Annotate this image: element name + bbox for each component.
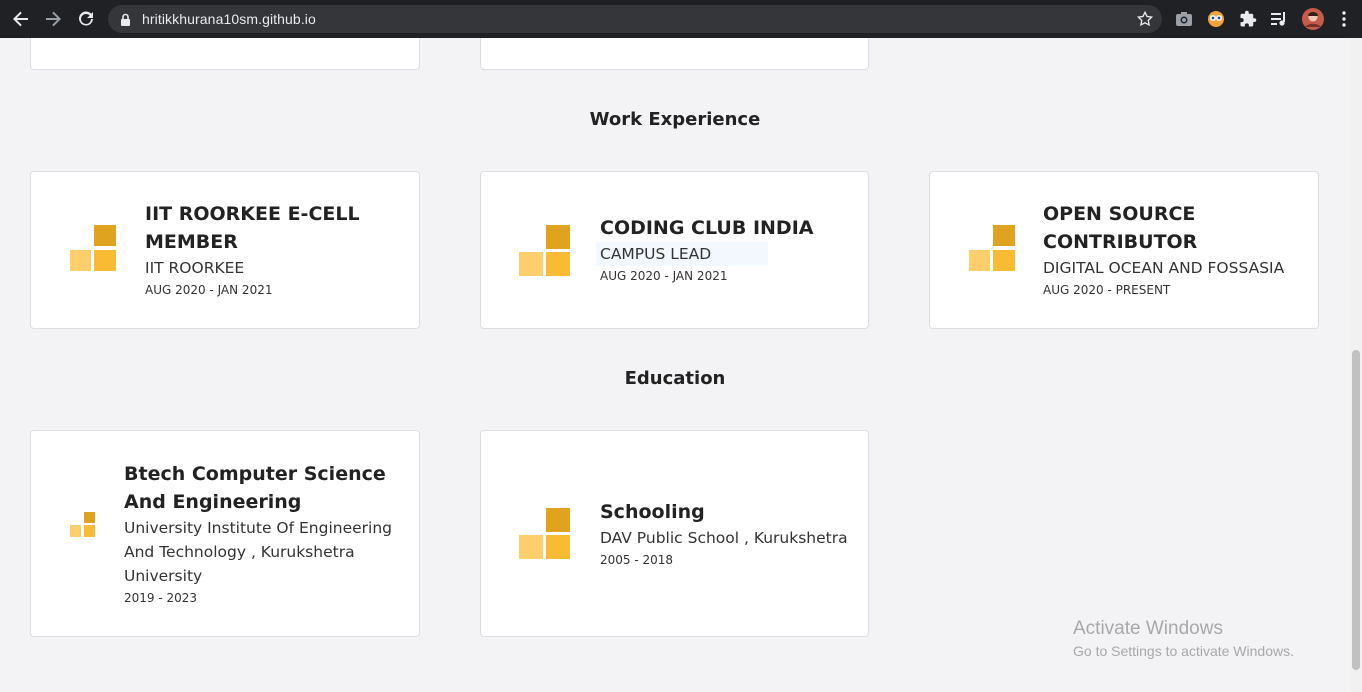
work-card: IIT ROORKEE E-CELL MEMBER IIT ROORKEE AUG… bbox=[30, 171, 420, 329]
card-title: CODING CLUB INDIA bbox=[600, 217, 814, 239]
card-subtitle: DIGITAL OCEAN AND FOSSASIA bbox=[1043, 259, 1285, 277]
work-card: OPEN SOURCE CONTRIBUTOR DIGITAL OCEAN AND… bbox=[929, 171, 1319, 329]
experience-logo-icon bbox=[969, 225, 1015, 271]
extension-eyes-icon[interactable] bbox=[1206, 9, 1226, 29]
page-scrollbar[interactable] bbox=[1350, 38, 1362, 692]
card-dates: AUG 2020 - JAN 2021 bbox=[600, 269, 728, 283]
card-subtitle: IIT ROORKEE bbox=[145, 259, 245, 277]
previous-card bbox=[480, 38, 869, 70]
back-arrow-icon[interactable] bbox=[8, 6, 34, 32]
card-dates: 2019 - 2023 bbox=[124, 591, 198, 605]
forward-arrow-icon[interactable] bbox=[40, 6, 66, 32]
camera-icon[interactable] bbox=[1174, 9, 1194, 29]
browser-toolbar: hritikkhurana10sm.github.io bbox=[0, 0, 1362, 38]
star-icon[interactable] bbox=[1136, 10, 1154, 32]
card-dates: 2005 - 2018 bbox=[600, 553, 674, 567]
experience-logo-icon bbox=[519, 225, 570, 276]
education-card: Btech Computer Science And Engineering Un… bbox=[30, 430, 420, 637]
card-subtitle: DAV Public School , Kurukshetra bbox=[600, 529, 848, 547]
card-title: IIT ROORKEE E-CELL MEMBER bbox=[145, 203, 360, 253]
card-dates: AUG 2020 - JAN 2021 bbox=[145, 283, 273, 297]
more-vert-icon[interactable] bbox=[1334, 9, 1354, 29]
profile-avatar[interactable] bbox=[1301, 7, 1325, 31]
media-queue-icon[interactable] bbox=[1269, 9, 1289, 29]
reload-icon[interactable] bbox=[73, 6, 99, 32]
puzzle-icon[interactable] bbox=[1238, 9, 1258, 29]
page-content: Work Experience IIT ROORKEE E-CELL MEMBER… bbox=[0, 38, 1350, 692]
card-title: OPEN SOURCE CONTRIBUTOR bbox=[1043, 203, 1198, 253]
url-text: hritikkhurana10sm.github.io bbox=[142, 11, 316, 27]
education-card: Schooling DAV Public School , Kurukshetr… bbox=[480, 430, 869, 637]
work-experience-heading: Work Experience bbox=[589, 109, 761, 130]
experience-logo-icon bbox=[70, 225, 116, 271]
education-logo-icon bbox=[519, 508, 570, 559]
previous-card bbox=[30, 38, 420, 70]
education-heading: Education bbox=[624, 368, 726, 389]
card-subtitle: University Institute Of Engineering And T… bbox=[124, 519, 392, 585]
education-logo-icon bbox=[70, 512, 95, 537]
work-card: CODING CLUB INDIA CAMPUS LEAD AUG 2020 -… bbox=[480, 171, 869, 329]
lock-icon[interactable] bbox=[120, 12, 131, 31]
address-bar[interactable]: hritikkhurana10sm.github.io bbox=[108, 5, 1162, 33]
scrollbar-thumb[interactable] bbox=[1352, 350, 1360, 670]
card-dates: AUG 2020 - PRESENT bbox=[1043, 283, 1171, 297]
card-subtitle: CAMPUS LEAD bbox=[596, 242, 768, 266]
activate-windows-watermark: Activate Windows Go to Settings to activ… bbox=[1073, 618, 1294, 659]
card-title: Btech Computer Science And Engineering bbox=[124, 463, 386, 513]
card-title: Schooling bbox=[600, 501, 705, 523]
